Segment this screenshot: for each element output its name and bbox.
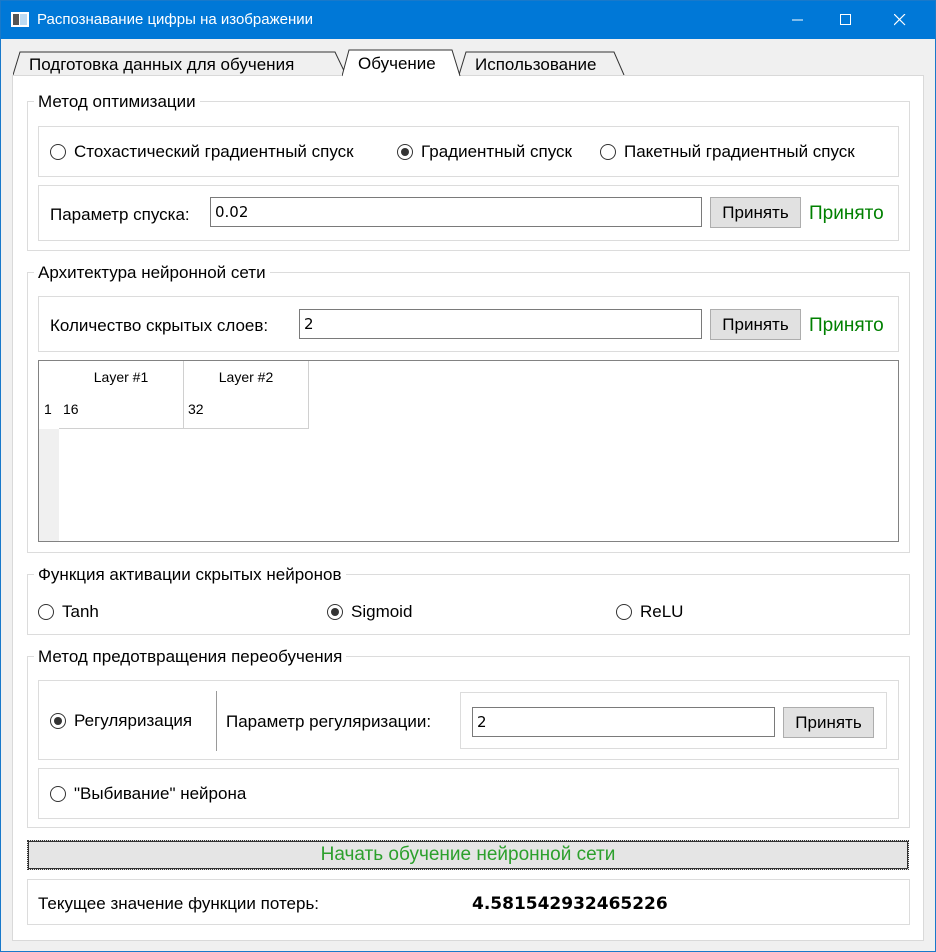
tab-usage[interactable]: Использование [459, 51, 625, 76]
column-header-layer-2[interactable]: Layer #2 [184, 361, 309, 393]
main-window: Распознавание цифры на изображении Подго… [0, 0, 936, 952]
architecture-group: Архитектура нейронной сети Количество ск… [27, 263, 910, 553]
regularization-panel: Регуляризация Параметр регуляризации: 2 … [38, 680, 899, 760]
radio-circle [38, 604, 54, 620]
radio-circle-checked [397, 144, 413, 160]
radio-label: Sigmoid [351, 602, 413, 621]
accept-layers-button[interactable]: Принять [710, 309, 801, 340]
radio-circle [50, 786, 66, 802]
app-icon [11, 12, 29, 27]
minimize-icon [792, 19, 803, 21]
regularization-param-label: Параметр регуляризации: [226, 712, 432, 731]
radio-circle [600, 144, 616, 160]
overfitting-group-label: Метод предотвращения переобучения [34, 647, 347, 667]
radio-label: Tanh [62, 602, 99, 621]
accept-regularization-button[interactable]: Принять [783, 707, 874, 738]
close-button[interactable] [877, 1, 923, 39]
loss-value: 4.581542932465226 [472, 894, 668, 914]
row-header-cell [39, 361, 59, 429]
descent-param-panel: Параметр спуска: 0.02 Принять Принято [38, 185, 899, 241]
radio-circle-checked [50, 713, 66, 729]
radio-circle-checked [327, 604, 343, 620]
hidden-layers-label: Количество скрытых слоев: [50, 316, 269, 335]
radio-label: Стохастический градиентный спуск [74, 142, 354, 161]
loss-label: Текущее значение функции потерь: [38, 894, 320, 913]
hidden-layers-input[interactable]: 2 [299, 309, 702, 339]
optimization-group: Метод оптимизации Стохастический градиен… [27, 92, 910, 251]
descent-param-input[interactable]: 0.02 [210, 197, 702, 227]
optimization-method-panel: Стохастический градиентный спуск Градиен… [38, 126, 899, 177]
tab-label: Подготовка данных для обучения [29, 55, 295, 74]
title-bar[interactable]: Распознавание цифры на изображении [1, 1, 935, 39]
tab-label: Использование [475, 55, 597, 74]
tab-label: Обучение [358, 54, 436, 73]
radio-label: "Выбивание" нейрона [74, 784, 247, 803]
overfitting-group: Метод предотвращения переобучения Регуля… [27, 647, 910, 828]
radio-label: Регуляризация [74, 711, 193, 730]
training-tab-page: Метод оптимизации Стохастический градиен… [12, 75, 924, 941]
close-icon [894, 14, 906, 26]
tab-data-preparation[interactable]: Подготовка данных для обучения [13, 51, 347, 76]
row-number: 1 [44, 401, 52, 417]
hidden-layers-panel: Количество скрытых слоев: 2 Принять Прин… [38, 296, 899, 352]
window-title: Распознавание цифры на изображении [37, 11, 313, 28]
radio-circle [50, 144, 66, 160]
descent-accepted-status: Принято [809, 203, 884, 224]
tab-training[interactable]: Обучение [342, 49, 466, 77]
start-training-button[interactable]: Начать обучение нейронной сети [27, 840, 909, 870]
minimize-button[interactable] [775, 1, 821, 39]
loss-panel: Текущее значение функции потерь: 4.58154… [27, 879, 910, 925]
maximize-button[interactable] [823, 1, 869, 39]
dropout-panel: "Выбивание" нейрона [38, 768, 899, 819]
architecture-group-label: Архитектура нейронной сети [34, 263, 270, 283]
layers-grid[interactable]: 1 Layer #1 Layer #2 16 32 [38, 360, 899, 542]
grid-cell-layer-2[interactable]: 32 [184, 393, 309, 429]
activation-group: Функция активации скрытых нейронов Tanh … [27, 565, 910, 635]
accept-descent-button[interactable]: Принять [710, 197, 801, 228]
grid-cell-layer-1[interactable]: 16 [59, 393, 184, 429]
activation-group-label: Функция активации скрытых нейронов [34, 565, 346, 585]
regularization-param-input[interactable]: 2 [472, 707, 775, 737]
radio-label: ReLU [640, 602, 684, 621]
radio-circle [616, 604, 632, 620]
radio-label: Пакетный градиентный спуск [624, 142, 855, 161]
regularization-param-panel: 2 Принять [460, 692, 887, 749]
descent-param-label: Параметр спуска: [50, 205, 190, 224]
maximize-icon [840, 14, 851, 25]
column-header-layer-1[interactable]: Layer #1 [59, 361, 184, 393]
radio-label: Градиентный спуск [421, 142, 572, 161]
optimization-group-label: Метод оптимизации [34, 92, 200, 112]
separator [216, 691, 217, 751]
layers-accepted-status: Принято [809, 315, 884, 336]
